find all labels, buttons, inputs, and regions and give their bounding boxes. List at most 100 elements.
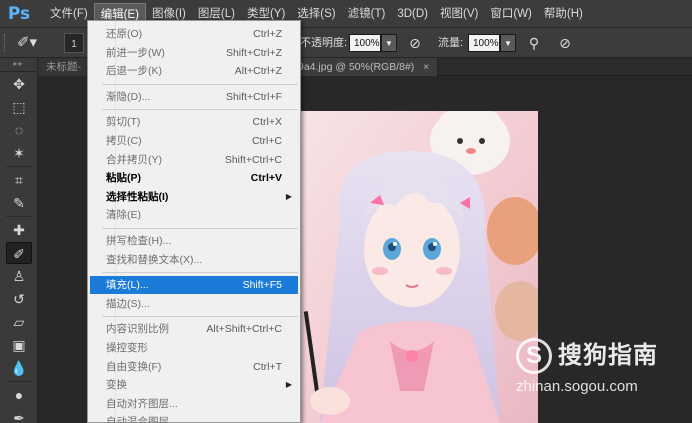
tab-active-document-label: 9a4.jpg @ 50%(RGB/8#)	[298, 61, 415, 73]
sogou-watermark: S 搜狗指南 zhinan.sogou.com	[508, 330, 688, 400]
menu-item-shortcut: Ctrl+V	[250, 172, 282, 185]
photoshop-window: Ps 文件(F) 编辑(E) 图像(I) 图层(L) 类型(Y) 选择(S) 滤镜(T) 3D…	[0, 0, 692, 423]
menu-item-label: 拷贝(C)	[106, 135, 142, 147]
flow-dropdown-button[interactable]: ▼	[500, 34, 516, 52]
toolbox-collapse-handle[interactable]: ▸▸	[0, 58, 37, 72]
menu-item-label: 渐隐(D)...	[106, 90, 151, 103]
menu-item-entry[interactable]: 自动对齐图层...	[90, 395, 298, 413]
healing-brush-tool-icon[interactable]: ✚	[6, 219, 32, 241]
menu-item-label: 变换	[106, 379, 127, 392]
menu-item-label: 自动混合图层...	[106, 416, 178, 423]
menu-item-entry[interactable]: 清除(E)	[90, 206, 298, 224]
menu-item-shortcut: Ctrl+T	[253, 360, 282, 373]
menu-item-label: 内容识别比例	[106, 323, 169, 336]
menu-item-entry[interactable]: 粘贴(P) Ctrl+V	[90, 169, 298, 187]
menu-separator	[102, 316, 298, 318]
ps-logo: Ps	[7, 3, 31, 24]
menu-item-entry[interactable]: 内容识别比例 Alt+Shift+Ctrl+C	[90, 320, 298, 338]
magic-wand-tool-icon[interactable]: ✶	[6, 142, 32, 164]
opacity-label: 不透明度:	[300, 37, 348, 49]
menu-separator	[102, 272, 298, 274]
menu-item-shortcut: Alt+Ctrl+Z	[234, 65, 282, 78]
brush-tool-icon[interactable]: ✐	[6, 242, 32, 264]
lasso-tool-icon[interactable]: ◌	[6, 119, 32, 141]
crop-tool-icon[interactable]: ⌗	[6, 169, 32, 191]
menu-item-entry[interactable]: 变换 ▶	[90, 376, 298, 394]
menu-item-shortcut: Shift+Ctrl+F	[225, 90, 282, 103]
opacity-field[interactable]: 100%	[349, 34, 381, 52]
menu-item-shortcut: Alt+Shift+Ctrl+C	[206, 323, 282, 336]
gradient-tool-icon[interactable]: ▣	[6, 334, 32, 356]
history-brush-tool-icon[interactable]: ↺	[6, 288, 32, 310]
menu-item-shortcut: Ctrl+Z	[253, 28, 282, 40]
menu-item-entry[interactable]: 拼写检查(H)...	[90, 232, 298, 250]
submenu-arrow-icon: ▶	[285, 191, 292, 201]
menu-item-entry[interactable]: 查找和替换文本(X)...	[90, 251, 298, 269]
menu-item-label: 描边(S)...	[106, 297, 150, 310]
pressure-opacity-icon[interactable]: ⊘	[405, 34, 425, 52]
tab-close-icon[interactable]: ×	[423, 62, 429, 73]
menu-item-label: 查找和替换文本(X)...	[106, 253, 203, 266]
brush-preset-icon[interactable]: ✐▾	[14, 33, 40, 53]
menu-item-entry[interactable]: 渐隐(D)... Shift+Ctrl+F	[90, 88, 298, 106]
watermark-title: 搜狗指南	[558, 342, 658, 369]
blur-tool-icon[interactable]: 💧	[6, 357, 32, 379]
menu-separator	[102, 109, 298, 111]
menu-item[interactable]: 窗口(W)	[484, 3, 538, 25]
menu-item-entry[interactable]: 剪切(T) Ctrl+X	[90, 113, 298, 131]
menu-item-entry[interactable]: 选择性粘贴(I) ▶	[90, 188, 298, 206]
menu-separator	[102, 83, 298, 85]
menu-item-label: 前进一步(W)	[106, 46, 165, 59]
menu-item-label: 合并拷贝(Y)	[106, 153, 162, 166]
toolbox-separator	[6, 381, 32, 382]
menu-item-entry[interactable]: 自动混合图层...	[90, 413, 298, 423]
watermark-url: zhinan.sogou.com	[516, 378, 638, 395]
tab-untitled-label: 未标题-	[46, 61, 81, 73]
menu-item-label: 自由变换(F)	[106, 360, 162, 373]
menu-item-entry[interactable]: 描边(S)...	[90, 295, 298, 313]
menu-item[interactable]: 3D(D)	[391, 3, 434, 25]
canvas-photo	[300, 111, 538, 423]
menu-item-label: 剪切(T)	[106, 116, 141, 129]
menu-item-entry[interactable]: 拷贝(C) Ctrl+C	[90, 132, 298, 150]
submenu-arrow-icon: ▶	[285, 380, 292, 390]
pressure-size-icon[interactable]: ⊘	[555, 34, 575, 52]
move-tool-icon[interactable]: ✥	[6, 73, 32, 95]
clone-stamp-tool-icon[interactable]: ♙	[6, 265, 32, 287]
pen-tool-icon[interactable]: ✒	[6, 407, 32, 423]
flow-field[interactable]: 100%	[468, 34, 500, 52]
menu-item[interactable]: 滤镜(T)	[342, 3, 392, 25]
menu-item-entry[interactable]: 操控变形	[90, 339, 298, 357]
dodge-tool-icon[interactable]: ●	[6, 384, 32, 406]
menu-item-label: 后退一步(K)	[106, 65, 162, 78]
menu-item-label: 自动对齐图层...	[106, 397, 178, 410]
menu-item-entry[interactable]: 合并拷贝(Y) Shift+Ctrl+C	[90, 151, 298, 169]
menu-item-fill[interactable]: 填充(L)... Shift+F5	[90, 276, 298, 295]
menu-separator	[102, 228, 298, 229]
menu-item[interactable]: 帮助(H)	[538, 3, 589, 25]
menu-item-label: 选择性粘贴(I)	[106, 190, 169, 203]
menu-item-label: 拼写检查(H)...	[106, 235, 172, 247]
menu-item-entry[interactable]: 前进一步(W) Shift+Ctrl+Z	[90, 44, 298, 62]
brush-size-field[interactable]: 1	[64, 33, 84, 53]
sogou-logo-icon: S	[516, 338, 552, 374]
marquee-tool-icon[interactable]: ⬚	[6, 96, 32, 118]
eraser-tool-icon[interactable]: ▱	[6, 311, 32, 333]
toolbox-separator	[6, 216, 32, 217]
airbrush-icon[interactable]: ⚲	[524, 34, 544, 52]
menu-item-label: 操控变形	[106, 342, 148, 354]
menu-item-entry[interactable]: 自由变换(F) Ctrl+T	[90, 358, 298, 376]
eyedropper-tool-icon[interactable]: ✎	[6, 192, 32, 214]
menu-item-shortcut: Shift+Ctrl+C	[224, 153, 282, 166]
opacity-dropdown-button[interactable]: ▼	[381, 34, 397, 52]
tab-active-document[interactable]: 9a4.jpg @ 50%(RGB/8#) ×	[290, 58, 439, 76]
menu-item[interactable]: 视图(V)	[434, 3, 484, 25]
menu-item-shortcut: Shift+F5	[242, 279, 282, 292]
menu-item-shortcut: Ctrl+C	[251, 135, 282, 147]
toolbox: ▸▸ ✥ ⬚ ◌ ✶ ⌗ ✎ ✚ ✐ ♙ ↺ ▱ ▣ 💧 ● ✒	[0, 58, 38, 423]
options-grip[interactable]	[4, 34, 7, 52]
menu-item-label: 还原(O)	[106, 28, 143, 40]
menu-item-shortcut: Ctrl+X	[252, 116, 282, 129]
menu-item-entry[interactable]: 后退一步(K) Alt+Ctrl+Z	[90, 62, 298, 80]
menu-item-entry[interactable]: 还原(O) Ctrl+Z	[90, 25, 298, 43]
